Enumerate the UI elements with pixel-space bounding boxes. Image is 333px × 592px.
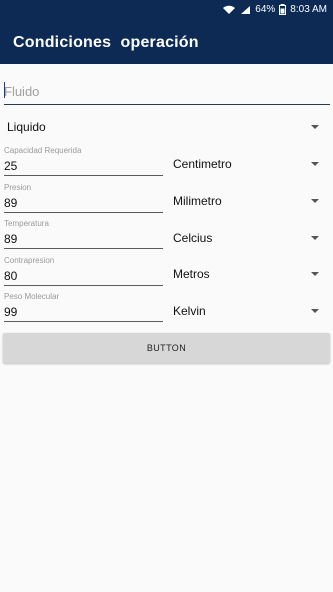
molecular-weight-input[interactable]: 99: [4, 305, 17, 319]
pressure-underline: [4, 212, 163, 213]
status-time: 8:03 AM: [290, 4, 327, 15]
page-title: Condiciones operación: [13, 34, 199, 51]
battery-level: 64%: [255, 4, 276, 15]
backpressure-unit-value: Metros: [173, 267, 210, 281]
fluid-input[interactable]: [4, 80, 330, 105]
pressure-unit-value: Milimetro: [173, 194, 222, 208]
capacity-label: Capacidad Requerida: [4, 146, 82, 155]
molecular-weight-unit-dropdown[interactable]: Kelvin: [173, 300, 319, 322]
backpressure-input[interactable]: 80: [4, 269, 17, 283]
backpressure-underline: [4, 285, 163, 286]
capacity-underline: [4, 175, 163, 176]
dropdown-arrow-icon: [311, 309, 319, 313]
app-bar: Condiciones operación: [0, 20, 333, 64]
temperature-label: Temperatura: [4, 219, 49, 228]
status-icons: 64% 8:03 AM: [222, 4, 327, 15]
dropdown-arrow-icon: [311, 162, 319, 166]
pressure-unit-dropdown[interactable]: Milimetro: [173, 190, 319, 212]
fluid-type-dropdown[interactable]: Liquido: [7, 116, 319, 138]
status-bar: 64% 8:03 AM: [0, 0, 333, 20]
molecular-weight-underline: [4, 321, 163, 322]
wifi-icon: [222, 5, 236, 15]
temperature-unit-dropdown[interactable]: Celcius: [173, 227, 319, 249]
pressure-input[interactable]: 89: [4, 196, 17, 210]
dropdown-arrow-icon: [311, 199, 319, 203]
backpressure-unit-dropdown[interactable]: Metros: [173, 263, 319, 285]
dropdown-arrow-icon: [311, 236, 319, 240]
pressure-label: Presion: [4, 183, 32, 192]
capacity-input[interactable]: 25: [4, 159, 17, 173]
fluid-type-value: Liquido: [7, 120, 46, 134]
dropdown-arrow-icon: [311, 272, 319, 276]
dropdown-arrow-icon: [311, 125, 319, 129]
battery-icon: [279, 4, 287, 15]
temperature-input[interactable]: 89: [4, 232, 17, 246]
temperature-underline: [4, 248, 163, 249]
molecular-weight-unit-value: Kelvin: [173, 304, 206, 318]
molecular-weight-label: Peso Molecular: [4, 292, 60, 301]
capacity-unit-dropdown[interactable]: Centimetro: [173, 153, 319, 175]
signal-icon: [240, 5, 251, 15]
text-cursor: [4, 82, 5, 98]
capacity-unit-value: Centimetro: [173, 157, 232, 171]
temperature-unit-value: Celcius: [173, 231, 213, 245]
backpressure-label: Contrapresion: [4, 256, 55, 265]
submit-button[interactable]: BUTTON: [3, 333, 330, 363]
